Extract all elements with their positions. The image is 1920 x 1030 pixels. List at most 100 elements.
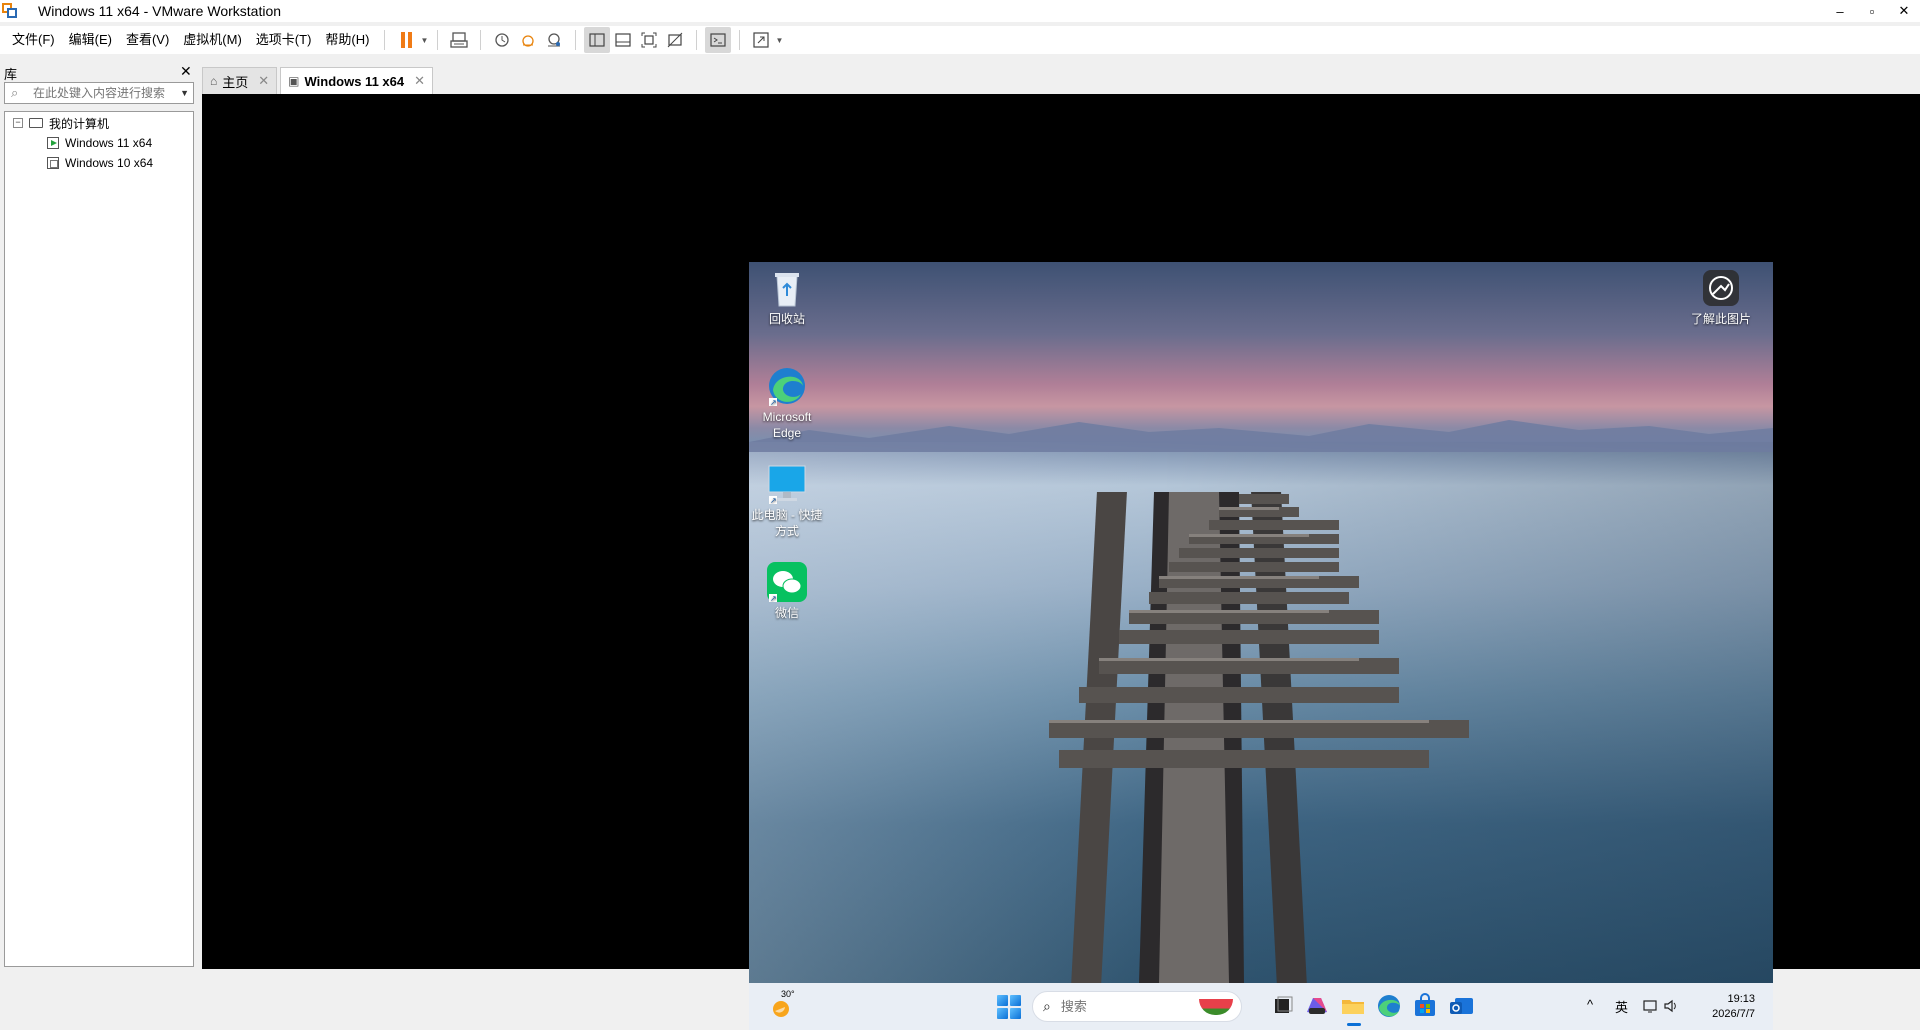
m365-copilot-button[interactable]: [1303, 992, 1331, 1020]
library-search: ⌕ ▼: [4, 82, 194, 104]
taskbar-clock[interactable]: 19:13 2026/7/7: [1712, 992, 1755, 1022]
task-view-icon: [1275, 996, 1293, 1013]
taskbar-search[interactable]: ⌕: [1032, 991, 1242, 1022]
snapshot-manager-icon: [548, 33, 561, 47]
tab-strip: ⌂ 主页 ✕ ▣ Windows 11 x64 ✕: [202, 67, 436, 94]
edge-icon: ↗: [767, 366, 807, 407]
vmware-logo-icon: [2, 3, 18, 19]
spotlight-camera-icon: [1701, 268, 1741, 308]
search-icon: ⌕: [11, 85, 19, 100]
library-search-input[interactable]: [31, 85, 175, 101]
title-bar: Windows 11 x64 - VMware Workstation – ▫ …: [0, 0, 1920, 22]
desktop-icon-spotlight[interactable]: 了解此图片: [1685, 268, 1757, 327]
vm-console[interactable]: 回收站 ↗ Microsoft Edge ↗ 此电脑 - 快捷方式 ↗ 微信 了…: [202, 94, 1920, 1030]
desktop-icon-wechat[interactable]: ↗ 微信: [751, 562, 823, 621]
toolbar-separator: [384, 30, 386, 50]
clock-date: 2026/7/7: [1712, 1008, 1755, 1020]
wechat-icon: ↗: [767, 562, 807, 603]
menu-tabs[interactable]: 选项卡(T): [249, 26, 319, 54]
full-screen-icon: [641, 32, 657, 48]
snapshot-icon: [495, 33, 510, 47]
tab-windows-11[interactable]: ▣ Windows 11 x64 ✕: [280, 67, 434, 94]
recycle-bin-icon: [767, 268, 807, 308]
task-view-button[interactable]: [1269, 992, 1297, 1020]
menu-edit[interactable]: 编辑(E): [62, 26, 119, 54]
revert-snapshot-button[interactable]: [515, 27, 541, 53]
menu-view[interactable]: 查看(V): [119, 26, 176, 54]
thumbnail-bar-icon: [615, 33, 632, 47]
search-highlight-watermelon-icon: [1199, 999, 1233, 1015]
menu-file[interactable]: 文件(F): [5, 26, 62, 54]
outlook-button[interactable]: [1447, 992, 1475, 1020]
pause-button[interactable]: [393, 27, 419, 53]
send-ctrl-alt-del-button[interactable]: [446, 27, 472, 53]
pause-icon: [400, 32, 412, 48]
stretch-guest-button[interactable]: [748, 27, 774, 53]
show-library-button[interactable]: [584, 27, 611, 53]
svg-text:↗: ↗: [770, 496, 777, 504]
vm-icon: [47, 157, 59, 169]
full-screen-button[interactable]: [636, 27, 662, 53]
edge-taskbar-button[interactable]: [1375, 992, 1403, 1020]
guest-desktop[interactable]: 回收站 ↗ Microsoft Edge ↗ 此电脑 - 快捷方式 ↗ 微信 了…: [749, 262, 1773, 1030]
stretch-dropdown-arrow[interactable]: ▼: [774, 36, 784, 45]
tab-home[interactable]: ⌂ 主页 ✕: [202, 67, 278, 94]
tab-label: 主页: [222, 74, 249, 90]
tree-item-windows-11[interactable]: Windows 11 x64: [47, 134, 152, 152]
weather-temperature: 30°: [781, 989, 795, 999]
tray-overflow-chevron[interactable]: ^: [1587, 997, 1593, 1012]
tab-close-icon[interactable]: ✕: [258, 73, 269, 89]
console-view-button[interactable]: [705, 27, 732, 53]
send-ctrl-alt-del-icon: [450, 32, 469, 48]
tree-item-label: Windows 11 x64: [65, 136, 153, 150]
power-dropdown-arrow[interactable]: ▼: [419, 36, 429, 45]
search-dropdown-arrow[interactable]: ▼: [180, 88, 189, 98]
library-title: 库: [4, 67, 18, 82]
folder-icon: [1342, 1000, 1364, 1014]
volume-icon[interactable]: [1663, 998, 1679, 1017]
tree-item-windows-10[interactable]: Windows 10 x64: [47, 154, 153, 172]
desktop-icon-label: 微信: [774, 606, 799, 620]
network-icon[interactable]: [1643, 998, 1659, 1017]
desktop-icon-recycle-bin[interactable]: 回收站: [751, 268, 823, 327]
microsoft-store-button[interactable]: [1411, 992, 1439, 1020]
window-title: Windows 11 x64 - VMware Workstation: [38, 3, 282, 19]
stretch-guest-icon: [753, 32, 770, 48]
desktop-icon-this-pc[interactable]: ↗ 此电脑 - 快捷方式: [751, 464, 823, 539]
desktop-icon-edge[interactable]: ↗ Microsoft Edge: [751, 366, 823, 441]
pier-image: [1049, 492, 1469, 983]
svg-text:↗: ↗: [770, 398, 777, 406]
menu-help[interactable]: 帮助(H): [318, 26, 376, 54]
console-view-icon: [710, 33, 727, 47]
tree-item-label: Windows 10 x64: [65, 156, 154, 170]
this-pc-icon: ↗: [767, 464, 807, 505]
svg-text:↗: ↗: [770, 594, 777, 602]
tab-close-icon[interactable]: ✕: [414, 73, 425, 89]
snapshot-manager-button[interactable]: [541, 27, 567, 53]
taskbar-search-input[interactable]: [1058, 998, 1183, 1015]
library-panel: 库 ✕ ⌕ ▼ − 我的计算机 Windows 11 x64 Windows 1…: [0, 62, 196, 969]
ime-indicator[interactable]: 英: [1615, 997, 1628, 1016]
unity-button[interactable]: [662, 27, 688, 53]
take-snapshot-button[interactable]: [489, 27, 515, 53]
windows-logo-icon: [997, 995, 1008, 1006]
edge-icon: [1378, 995, 1400, 1017]
revert-snapshot-icon: [522, 35, 535, 47]
close-button[interactable]: ✕: [1888, 0, 1920, 22]
tree-item-label: 我的计算机: [49, 116, 110, 131]
desktop-wallpaper: [749, 262, 1773, 983]
menu-vm[interactable]: 虚拟机(M): [176, 26, 249, 54]
minimize-button[interactable]: –: [1824, 0, 1856, 22]
store-icon: [1415, 993, 1435, 1016]
library-close-button[interactable]: ✕: [180, 63, 192, 80]
vm-running-icon: [47, 137, 59, 149]
search-icon: ⌕: [1043, 998, 1051, 1014]
thumbnail-bar-button[interactable]: [610, 27, 636, 53]
guest-taskbar: 30° ⌕ 搜索 ^ 英 19:13 2026/7/7: [749, 983, 1773, 1030]
tree-item-my-computer[interactable]: − 我的计算机: [13, 114, 109, 132]
start-button[interactable]: [997, 995, 1021, 1019]
desktop-icon-label: Microsoft Edge: [762, 410, 812, 440]
collapse-icon[interactable]: −: [13, 118, 23, 128]
maximize-button[interactable]: ▫: [1856, 0, 1888, 22]
file-explorer-button[interactable]: [1339, 992, 1367, 1026]
